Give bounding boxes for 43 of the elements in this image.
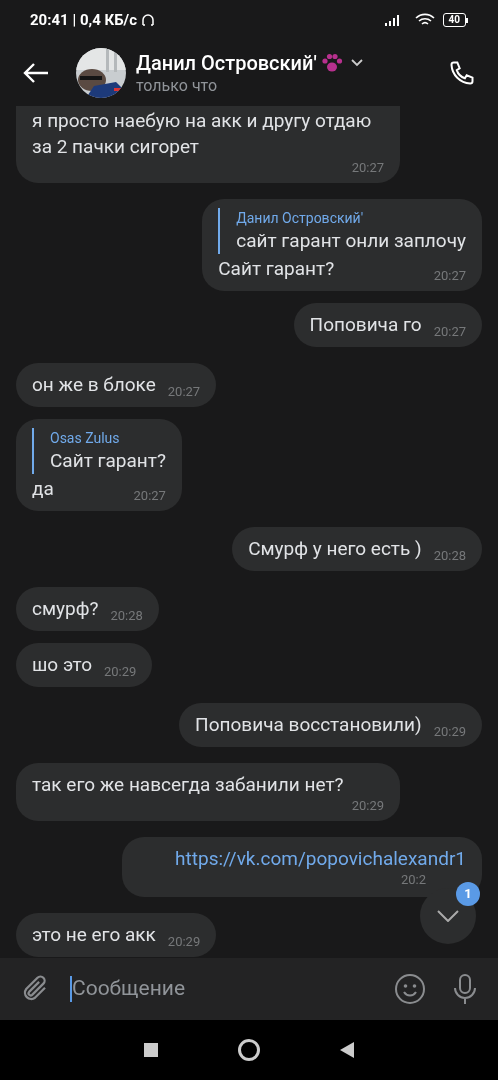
message-time: 20:29 xyxy=(167,934,201,950)
paw-icon xyxy=(320,53,343,73)
reply-author: Osas Zulus xyxy=(50,429,121,448)
message-time: 20:29 xyxy=(433,724,466,740)
composer-bar[interactable]: Сообщение xyxy=(0,958,498,1020)
message-text: Поповича восстановили) xyxy=(195,712,422,738)
message-text: Поповича го xyxy=(309,312,422,338)
contact-status: только что xyxy=(136,76,219,96)
message-text: Сайт гарант? xyxy=(218,256,335,282)
message-text: я просто наебую на акк и другу отдаю за 2 пачки сигорет xyxy=(32,108,373,160)
headphones-icon xyxy=(141,13,155,27)
chevron-down-icon[interactable] xyxy=(350,59,363,67)
message-text: да xyxy=(32,476,54,502)
reply-text: Сайт гарант? xyxy=(50,448,166,474)
message-text: это не его акк xyxy=(32,922,156,948)
message-text: шо это xyxy=(32,652,92,678)
avatar[interactable] xyxy=(76,48,126,98)
microphone-icon[interactable] xyxy=(452,973,478,1005)
message-time: 20:27 xyxy=(433,324,466,340)
message-time: 20:29 xyxy=(104,664,137,680)
message-time: 20:28 xyxy=(110,608,143,624)
message-time: 20:27 xyxy=(351,160,384,176)
message-link[interactable]: https://vk.com/popovichalexandr1 xyxy=(175,846,466,872)
message-text: он же в блоке xyxy=(32,372,156,398)
chevron-down-icon xyxy=(437,910,459,922)
message-time: 20:29 xyxy=(351,798,384,814)
contact-name[interactable]: Данил Островский' xyxy=(136,50,317,76)
message-text: смурф? xyxy=(32,596,99,622)
message-text: так его же навсегда забанили нет? xyxy=(32,772,344,798)
message-time: 20:27 xyxy=(167,384,201,400)
smiley-icon[interactable] xyxy=(394,973,426,1005)
message-text: Смурф у него есть ) xyxy=(248,536,422,562)
message-time: 20:27 xyxy=(433,268,466,284)
message-time: 20:27 xyxy=(133,488,166,504)
battery-icon: 40 xyxy=(442,13,468,27)
back-nav-button[interactable] xyxy=(340,1042,354,1058)
message-time: 20:28 xyxy=(433,548,466,564)
status-text: 20:41 | 0,4 КБ/с xyxy=(30,9,137,31)
reply-text: сайт гарант онли заплочу xyxy=(236,228,466,254)
reply-author: Данил Островский' xyxy=(236,209,365,228)
wifi-icon xyxy=(414,13,435,27)
message-input[interactable]: Сообщение xyxy=(72,973,394,1005)
home-button[interactable] xyxy=(238,1039,260,1061)
